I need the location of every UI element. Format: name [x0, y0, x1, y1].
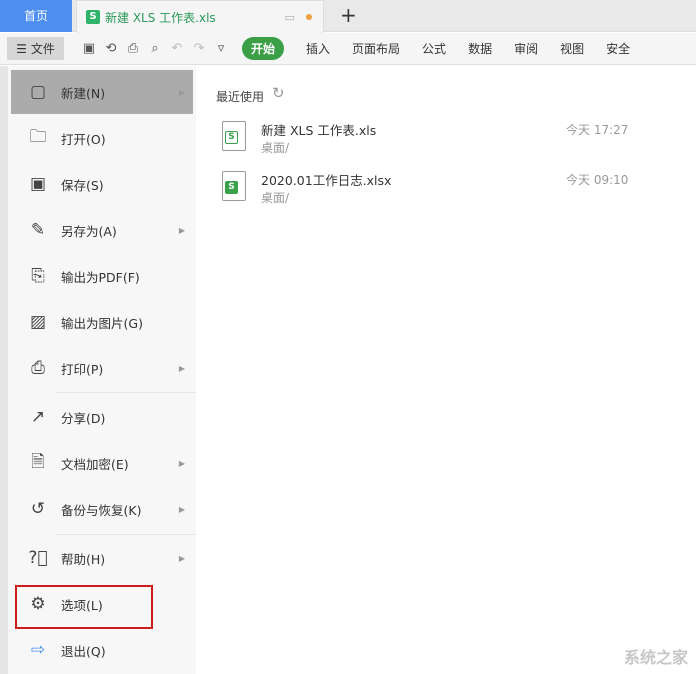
- image-icon: ▨: [29, 312, 47, 332]
- tab-document[interactable]: S 新建 XLS 工作表.xls ▭: [76, 0, 324, 33]
- undo-icon[interactable]: ↶: [166, 41, 188, 56]
- tab-document-title: 新建 XLS 工作表.xls: [105, 10, 216, 25]
- file-menu-button[interactable]: ☰ 文件: [7, 37, 64, 60]
- refresh-icon[interactable]: ↻: [272, 84, 285, 102]
- share-icon: ↗: [30, 407, 46, 427]
- menu-divider: [56, 392, 196, 393]
- folder-icon: 🗀: [29, 126, 47, 147]
- help-icon: ?⃝: [28, 548, 48, 568]
- menu-item-share[interactable]: ↗ 分享(D): [11, 395, 193, 439]
- menu-item-save-as[interactable]: ✎ 另存为(A) ▶: [11, 208, 193, 252]
- tab-bar: 首页 S 新建 XLS 工作表.xls ▭ +: [0, 0, 696, 33]
- menu-item-open[interactable]: 🗀 打开(O): [11, 116, 193, 160]
- toolbar: ☰ 文件 ▣ ⟲ ⎙ ⌕ ↶ ↷ ▿ 开始 插入 页面布局 公式 数据 审阅 视…: [0, 33, 696, 65]
- menu-item-encrypt[interactable]: 🗎 文档加密(E) ▶: [11, 441, 193, 485]
- hamburger-icon: ☰: [16, 41, 27, 56]
- save-as-icon: ✎: [30, 220, 46, 240]
- tab-home[interactable]: 首页: [0, 0, 72, 32]
- chevron-right-icon: ▶: [178, 363, 185, 373]
- more-dropdown-icon[interactable]: ▿: [210, 41, 232, 56]
- menu-item-exit[interactable]: ⇨ 退出(Q): [11, 628, 193, 672]
- print-icon: ⎙: [31, 358, 45, 378]
- menu-item-print[interactable]: ⎙ 打印(P) ▶: [11, 346, 193, 390]
- menu-item-help[interactable]: ?⃝ 帮助(H) ▶: [11, 536, 193, 580]
- menu-item-export-image[interactable]: ▨ 输出为图片(G): [11, 300, 193, 344]
- exit-icon: ⇨: [30, 640, 46, 660]
- save-icon: ▣: [29, 174, 47, 194]
- tab-data[interactable]: 数据: [468, 40, 492, 57]
- sheet-background: [0, 66, 8, 674]
- spreadsheet-icon: S: [86, 10, 100, 24]
- format-painter-icon[interactable]: ⟲: [100, 41, 122, 56]
- xls-file-icon: S: [222, 121, 246, 151]
- pdf-icon: ⎘: [31, 266, 45, 286]
- backup-icon: ↺: [30, 499, 46, 519]
- recent-file[interactable]: S 2020.01工作日志.xlsx 桌面/ 今天 09:10: [222, 171, 642, 215]
- chevron-right-icon: ▶: [178, 553, 185, 563]
- save-icon[interactable]: ▣: [78, 41, 100, 56]
- chevron-right-icon: ▶: [178, 504, 185, 514]
- menu-item-save[interactable]: ▣ 保存(S): [11, 162, 193, 206]
- file-menu-label: 文件: [30, 42, 55, 56]
- highlight-box: [15, 585, 153, 629]
- tab-security[interactable]: 安全: [606, 40, 630, 57]
- chevron-right-icon: ▶: [178, 458, 185, 468]
- encrypt-icon: 🗎: [31, 451, 45, 472]
- recent-panel: 最近使用 ↻ S 新建 XLS 工作表.xls 桌面/ 今天 17:27 S 2…: [196, 66, 696, 674]
- tab-insert[interactable]: 插入: [306, 40, 330, 57]
- recent-file[interactable]: S 新建 XLS 工作表.xls 桌面/ 今天 17:27: [222, 121, 642, 165]
- menu-item-new[interactable]: ▢ 新建(N) ▶: [11, 70, 193, 114]
- new-file-icon: ▢: [29, 82, 47, 102]
- menu-item-backup[interactable]: ↺ 备份与恢复(K) ▶: [11, 487, 193, 531]
- redo-icon[interactable]: ↷: [188, 41, 210, 56]
- tab-page-layout[interactable]: 页面布局: [352, 40, 400, 57]
- tab-start[interactable]: 开始: [242, 37, 285, 60]
- print-preview-icon[interactable]: ⌕: [144, 41, 166, 56]
- watermark: 系统之家: [623, 648, 688, 667]
- xlsx-file-icon: S: [222, 171, 246, 201]
- recent-title: 最近使用: [216, 90, 265, 104]
- menu-divider: [56, 534, 196, 535]
- print-icon[interactable]: ⎙: [122, 41, 144, 56]
- monitor-icon[interactable]: ▭: [285, 11, 295, 24]
- chevron-right-icon: ▶: [178, 225, 185, 235]
- unsaved-dot-icon: [306, 14, 312, 20]
- chevron-right-icon: ▶: [178, 87, 185, 97]
- tab-review[interactable]: 审阅: [514, 40, 538, 57]
- tab-formulas[interactable]: 公式: [422, 40, 446, 57]
- menu-item-export-pdf[interactable]: ⎘ 输出为PDF(F): [11, 254, 193, 298]
- tab-view[interactable]: 视图: [560, 40, 584, 57]
- new-tab-button[interactable]: +: [340, 3, 357, 27]
- file-menu: ▢ 新建(N) ▶ 🗀 打开(O) ▣ 保存(S) ✎ 另存为(A) ▶ ⎘ 输出为PDF(F…: [8, 66, 196, 674]
